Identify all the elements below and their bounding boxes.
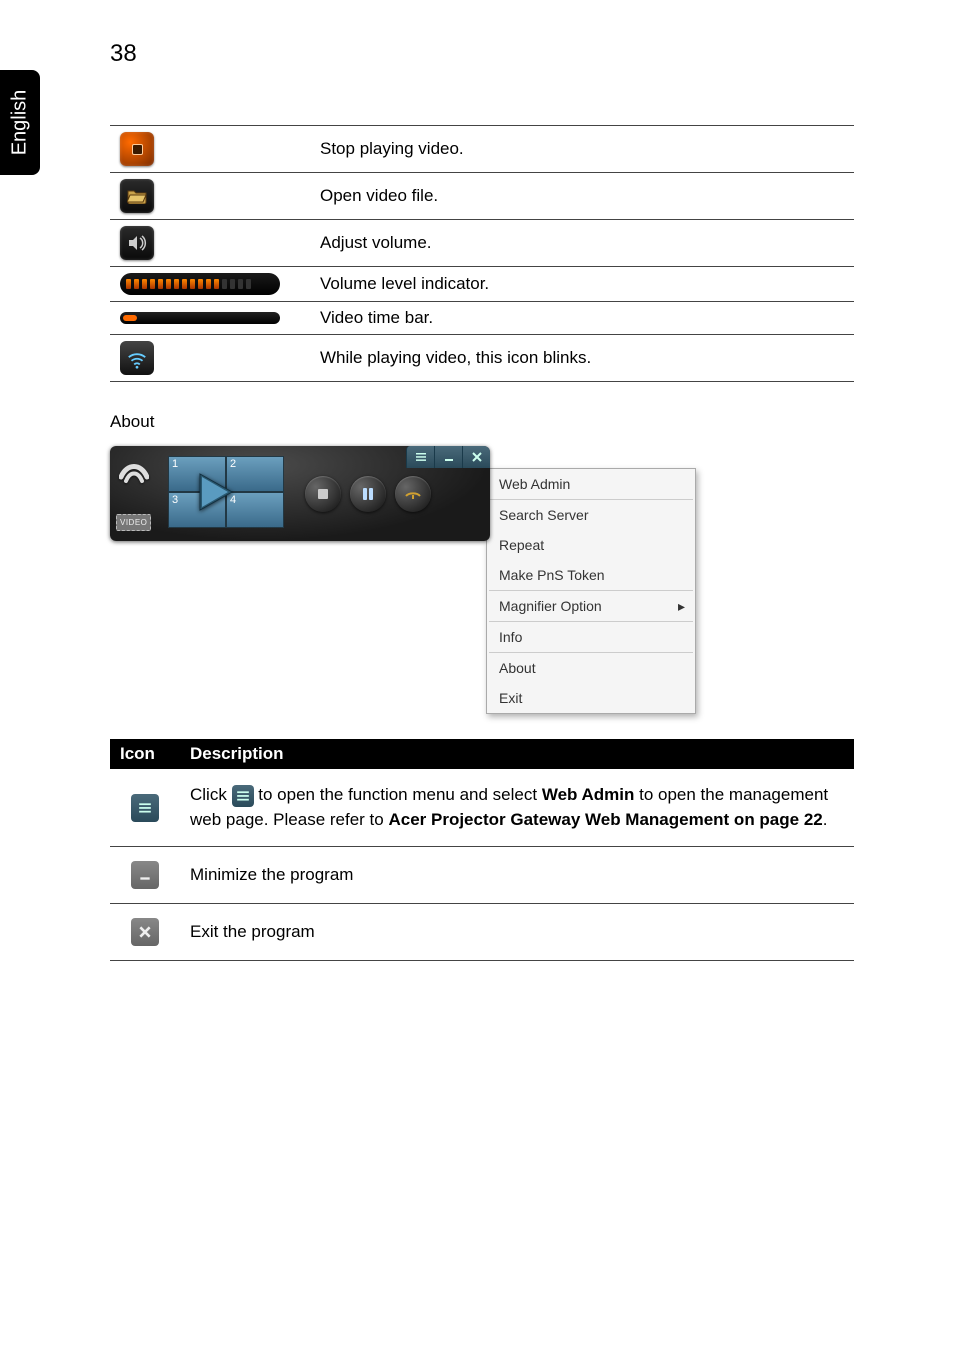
icon-description-table-2: Icon Description Click to open the funct…: [110, 739, 854, 961]
table-row: Video time bar.: [110, 302, 854, 335]
table-row: Click to open the function menu and sele…: [110, 769, 854, 847]
wifi-blink-icon: [120, 341, 154, 375]
icon-desc: Volume level indicator.: [310, 267, 854, 302]
titlebar-close-button[interactable]: [462, 446, 490, 468]
description-cell: Exit the program: [180, 904, 854, 961]
menu-item-web-admin[interactable]: Web Admin: [487, 469, 695, 499]
fullscreen-button[interactable]: [395, 476, 431, 512]
table-row: Stop playing video.: [110, 126, 854, 173]
volume-icon: [120, 226, 154, 260]
menu-item-exit[interactable]: Exit: [487, 683, 695, 713]
stop-icon: [120, 132, 154, 166]
section-title-about: About: [110, 412, 854, 432]
titlebar-minimize-button[interactable]: [434, 446, 462, 468]
menu-item-search-server[interactable]: Search Server: [487, 500, 695, 530]
page-number: 38: [110, 40, 137, 68]
icon-description-table: Stop playing video. Open video file. Adj…: [110, 125, 854, 382]
col-header-description: Description: [180, 739, 854, 769]
menu-icon: [131, 794, 159, 822]
volume-bar-icon: [120, 273, 280, 295]
col-header-icon: Icon: [110, 739, 180, 769]
menu-item-label: Magnifier Option: [499, 598, 602, 614]
icon-desc: Video time bar.: [310, 302, 854, 335]
menu-item-repeat[interactable]: Repeat: [487, 530, 695, 560]
table-row: Exit the program: [110, 904, 854, 961]
table-row: Adjust volume.: [110, 220, 854, 267]
language-tab-label: English: [9, 90, 32, 156]
close-icon: [131, 918, 159, 946]
language-tab: English: [0, 70, 40, 175]
menu-item-about[interactable]: About: [487, 653, 695, 683]
table-row: While playing video, this icon blinks.: [110, 335, 854, 382]
player-video-label: VIDEO: [116, 514, 151, 531]
pause-button[interactable]: [350, 476, 386, 512]
description-cell: Click to open the function menu and sele…: [180, 769, 854, 847]
minimize-icon: [131, 861, 159, 889]
table-row: Volume level indicator.: [110, 267, 854, 302]
description-cell: Minimize the program: [180, 847, 854, 904]
icon-desc: Open video file.: [310, 173, 854, 220]
icon-desc: While playing video, this icon blinks.: [310, 335, 854, 382]
stop-button[interactable]: [305, 476, 341, 512]
player-logo-icon: [116, 452, 152, 492]
table-row: Minimize the program: [110, 847, 854, 904]
open-file-icon: [120, 179, 154, 213]
context-menu: Web Admin Search Server Repeat Make PnS …: [486, 468, 696, 714]
player-screenshot: VIDEO 1 2 3 4: [110, 446, 490, 541]
icon-desc: Stop playing video.: [310, 126, 854, 173]
submenu-arrow-icon: ▸: [678, 598, 685, 615]
menu-item-magnifier-option[interactable]: Magnifier Option ▸: [487, 591, 695, 621]
titlebar-menu-button[interactable]: [406, 446, 434, 468]
menu-item-make-pns-token[interactable]: Make PnS Token: [487, 560, 695, 590]
table-row: Open video file.: [110, 173, 854, 220]
menu-item-info[interactable]: Info: [487, 622, 695, 652]
time-bar-icon: [120, 312, 280, 324]
play-icon[interactable]: [190, 468, 238, 521]
icon-desc: Adjust volume.: [310, 220, 854, 267]
menu-icon-inline: [232, 785, 254, 807]
